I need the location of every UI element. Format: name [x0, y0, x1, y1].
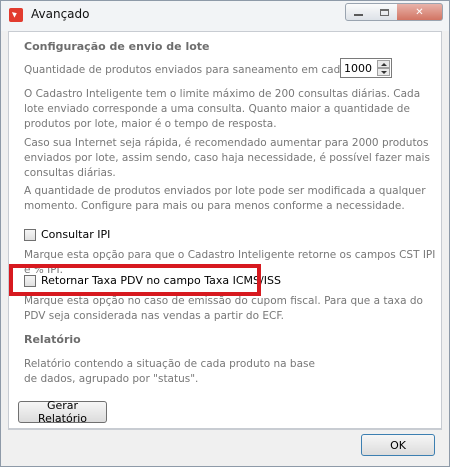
qty-value: 1000: [344, 62, 372, 75]
dialog-window: Avançado ✕ Configuração de envio de lote…: [0, 0, 450, 467]
window-title: Avançado: [31, 7, 90, 21]
limit-paragraph: O Cadastro Inteligente tem o limite máxi…: [24, 88, 421, 130]
maximize-button[interactable]: [371, 3, 398, 21]
ipi-option[interactable]: Consultar IPI: [24, 228, 110, 241]
ipi-checkbox[interactable]: [24, 228, 36, 241]
content-panel: Configuração de envio de lote Quantidade…: [8, 31, 442, 429]
close-button[interactable]: ✕: [397, 3, 443, 21]
highlight-frame: [9, 264, 261, 296]
qty-stepper[interactable]: 1000: [340, 58, 392, 78]
minimize-icon: [354, 14, 363, 16]
config-section-title: Configuração de envio de lote: [24, 40, 210, 53]
report-description: Relatório contendo a situação de cada pr…: [24, 358, 315, 385]
maximize-icon: [379, 8, 389, 16]
speed-paragraph: Caso sua Internet seja rápida, é recomen…: [24, 137, 430, 179]
generate-report-button[interactable]: Gerar Relatório: [18, 399, 107, 425]
qty-label: Quantidade de produtos enviados para san…: [24, 64, 374, 76]
title-bar[interactable]: Avançado ✕: [1, 1, 449, 31]
ipi-label[interactable]: Consultar IPI: [41, 228, 110, 241]
app-logo-icon: [9, 8, 23, 22]
qty-increase-button[interactable]: [377, 60, 390, 68]
modify-paragraph: A quantidade de produtos enviados por lo…: [24, 185, 426, 212]
report-section-title: Relatório: [24, 333, 81, 346]
ok-button[interactable]: OK: [361, 434, 435, 456]
qty-decrease-button[interactable]: [377, 68, 390, 76]
divider: [8, 429, 442, 430]
minimize-button[interactable]: [345, 3, 372, 21]
pdv-hint: Marque esta opção no caso de emissão do …: [24, 295, 423, 322]
close-icon: ✕: [415, 6, 424, 18]
